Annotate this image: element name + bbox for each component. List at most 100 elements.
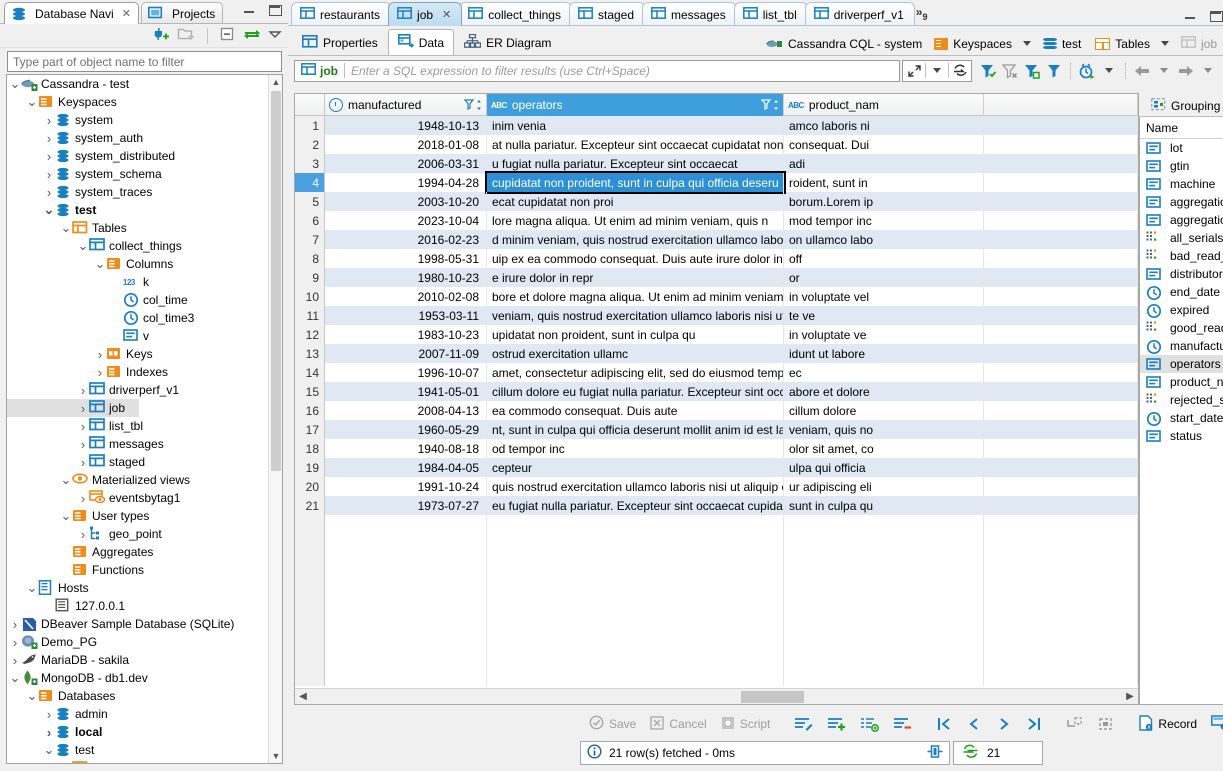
metadata-row[interactable]: distributor7varchar xyxy=(1140,265,1223,283)
scroll-down-icon[interactable]: ▼ xyxy=(269,749,283,763)
back-dropdown-icon[interactable] xyxy=(1153,60,1175,82)
metadata-cell-name[interactable]: all_serials xyxy=(1140,229,1223,247)
cell-manufactured[interactable]: 2003-10-20 xyxy=(325,192,487,211)
tree-item-system-auth[interactable]: ›system_auth xyxy=(7,129,268,147)
chevron-right-icon[interactable]: › xyxy=(43,707,55,722)
row-number[interactable]: 5 xyxy=(295,192,325,211)
tab-grouping[interactable]: Grouping xyxy=(1142,94,1223,116)
table-row[interactable]: 11948-10-13inim veniaamco laboris ni xyxy=(295,116,1138,135)
tree-item-system-schema[interactable]: ›system_schema xyxy=(7,165,268,183)
filter-settings-icon[interactable] xyxy=(1043,60,1065,82)
tree-item-geo-point[interactable]: ›geo_point xyxy=(7,525,268,543)
maximize-editor-icon[interactable] xyxy=(1208,9,1223,22)
row-number[interactable]: 7 xyxy=(295,230,325,249)
cell-manufactured[interactable]: 1998-05-31 xyxy=(325,249,487,268)
tree-item-hosts[interactable]: ⌄Hosts xyxy=(7,579,268,597)
scroll-right-icon[interactable]: ▶ xyxy=(1122,689,1138,705)
table-row[interactable]: 191984-04-05cepteurulpa qui officia xyxy=(295,458,1138,477)
tree-item-keys[interactable]: ›Keys xyxy=(7,345,268,363)
table-row[interactable]: 141996-10-07amet, consectetur adipiscing… xyxy=(295,363,1138,382)
scroll-track[interactable] xyxy=(311,689,1122,705)
cell-manufactured[interactable]: 2023-10-04 xyxy=(325,211,487,230)
table-row[interactable]: 162008-04-13 ea commodo consequat. Duis … xyxy=(295,401,1138,420)
tree-item-job[interactable]: ›job xyxy=(7,399,139,417)
grid-corner-cell[interactable] xyxy=(295,94,325,115)
editor-tab-messages[interactable]: messages xyxy=(642,2,737,26)
chevron-right-icon[interactable]: › xyxy=(77,527,89,542)
maximize-panel-icon[interactable] xyxy=(267,3,282,16)
driver-indicator[interactable]: Cassandra CQL - system xyxy=(766,37,922,51)
cell-manufactured[interactable]: 1953-03-11 xyxy=(325,306,487,325)
chevron-right-icon[interactable]: › xyxy=(94,365,106,380)
row-number[interactable]: 10 xyxy=(295,287,325,306)
collapse-all-icon[interactable] xyxy=(220,27,236,45)
table-row[interactable]: 211973-07-27 eu fugiat nulla pariatur. E… xyxy=(295,496,1138,515)
metadata-cell-name[interactable]: lot xyxy=(1140,139,1223,157)
row-number[interactable]: 11 xyxy=(295,306,325,325)
cell-product-name[interactable]: or xyxy=(784,268,984,287)
tree-item-local[interactable]: ›local xyxy=(7,723,268,741)
script-button[interactable]: Script xyxy=(714,712,778,736)
chevron-down-icon[interactable]: ⌄ xyxy=(77,241,89,251)
row-number[interactable]: 8 xyxy=(295,249,325,268)
cell-manufactured[interactable]: 2018-01-08 xyxy=(325,135,487,154)
metadata-row[interactable]: machine2varchar xyxy=(1140,175,1223,193)
minimize-editor-icon[interactable] xyxy=(1183,9,1198,22)
table-row[interactable]: 111953-03-11veniam, quis nostrud exercit… xyxy=(295,306,1138,325)
tree-item-collect-things[interactable]: ⌄collect_things xyxy=(7,237,268,255)
metadata-row[interactable]: start_date15timestamp xyxy=(1140,409,1223,427)
metadata-cell-name[interactable]: good_read_serial xyxy=(1140,319,1223,337)
tree-item-staged[interactable]: ›staged xyxy=(7,453,268,471)
row-number[interactable]: 17 xyxy=(295,420,325,439)
cell-operators[interactable]: eu fugiat nulla pariatur. Excepteur sint… xyxy=(487,496,784,515)
cell-operators[interactable]: inim venia xyxy=(487,116,784,135)
table-row[interactable]: 22018-01-08at nulla pariatur. Excepteur … xyxy=(295,135,1138,154)
table-row[interactable]: 32006-03-31u fugiat nulla pariatur. Exce… xyxy=(295,154,1138,173)
row-number[interactable]: 1 xyxy=(295,116,325,135)
chevron-down-icon[interactable]: ⌄ xyxy=(26,583,38,593)
cell-manufactured[interactable]: 1960-05-29 xyxy=(325,420,487,439)
chevron-down-icon[interactable]: ⌄ xyxy=(43,745,55,755)
apply-filter-icon[interactable] xyxy=(977,60,999,82)
chevron-right-icon[interactable]: › xyxy=(9,635,21,650)
edit-row-icon[interactable] xyxy=(787,712,820,736)
grid-column-header-manufactured[interactable]: manufactured xyxy=(325,94,487,116)
record-button[interactable]: Record xyxy=(1131,712,1204,736)
cell-manufactured[interactable]: 2007-11-09 xyxy=(325,344,487,363)
tree-item-aggregates[interactable]: Aggregates xyxy=(7,543,268,561)
chevron-down-icon[interactable]: ⌄ xyxy=(26,97,38,107)
filter-history-dropdown-icon[interactable] xyxy=(926,60,948,82)
table-selector[interactable]: job xyxy=(1181,36,1217,51)
cell-operators[interactable]: uip ex ea commodo consequat. Duis aute i… xyxy=(487,249,784,268)
table-row[interactable]: 201991-10-24quis nostrud exercitation ul… xyxy=(295,477,1138,496)
navigator-filter-input[interactable]: Type part of object name to filter xyxy=(7,51,282,72)
subtab-data[interactable]: Data xyxy=(388,29,454,55)
cell-operators[interactable]: nt, sunt in culpa qui officia deserunt m… xyxy=(487,420,784,439)
cell-operators[interactable]: ea commodo consequat. Duis aute xyxy=(487,401,784,420)
maximize-filter-icon[interactable] xyxy=(903,60,925,82)
metadata-cell-name[interactable]: aggregation_status xyxy=(1140,211,1223,229)
panels-button[interactable]: Panels xyxy=(1204,712,1223,736)
fetch-next-page-icon[interactable] xyxy=(1059,712,1090,736)
cell-manufactured[interactable]: 1973-07-27 xyxy=(325,496,487,515)
tree-item-list-tbl[interactable]: ›list_tbl xyxy=(7,417,268,435)
cell-manufactured[interactable]: 1994-04-28 xyxy=(325,173,487,192)
tree-item-system-traces[interactable]: ›system_traces xyxy=(7,183,268,201)
table-row[interactable]: 171960-05-29nt, sunt in culpa qui offici… xyxy=(295,420,1138,439)
cell-product-name[interactable]: mod tempor inc xyxy=(784,211,984,230)
cell-operators[interactable]: e irure dolor in repr xyxy=(487,268,784,287)
table-row[interactable]: 52003-10-20ecat cupidatat non proiborum.… xyxy=(295,192,1138,211)
row-number[interactable]: 9 xyxy=(295,268,325,287)
cell-manufactured[interactable]: 2008-04-13 xyxy=(325,401,487,420)
tree-item-columns[interactable]: ⌄Columns xyxy=(7,255,268,273)
cell-manufactured[interactable]: 1996-10-07 xyxy=(325,363,487,382)
chevron-right-icon[interactable]: › xyxy=(43,113,55,128)
tree-item-eventsbytag1[interactable]: ›eventsbytag1 xyxy=(7,489,268,507)
new-connection-icon[interactable] xyxy=(152,26,170,45)
chevron-right-icon[interactable]: › xyxy=(94,347,106,362)
chevron-down-icon[interactable]: ⌄ xyxy=(60,763,72,764)
cell-operators[interactable]: ostrud exercitation ullamc xyxy=(487,344,784,363)
cell-product-name[interactable]: adi xyxy=(784,154,984,173)
cell-operators[interactable]: od tempor inc xyxy=(487,439,784,458)
row-number[interactable]: 16 xyxy=(295,401,325,420)
